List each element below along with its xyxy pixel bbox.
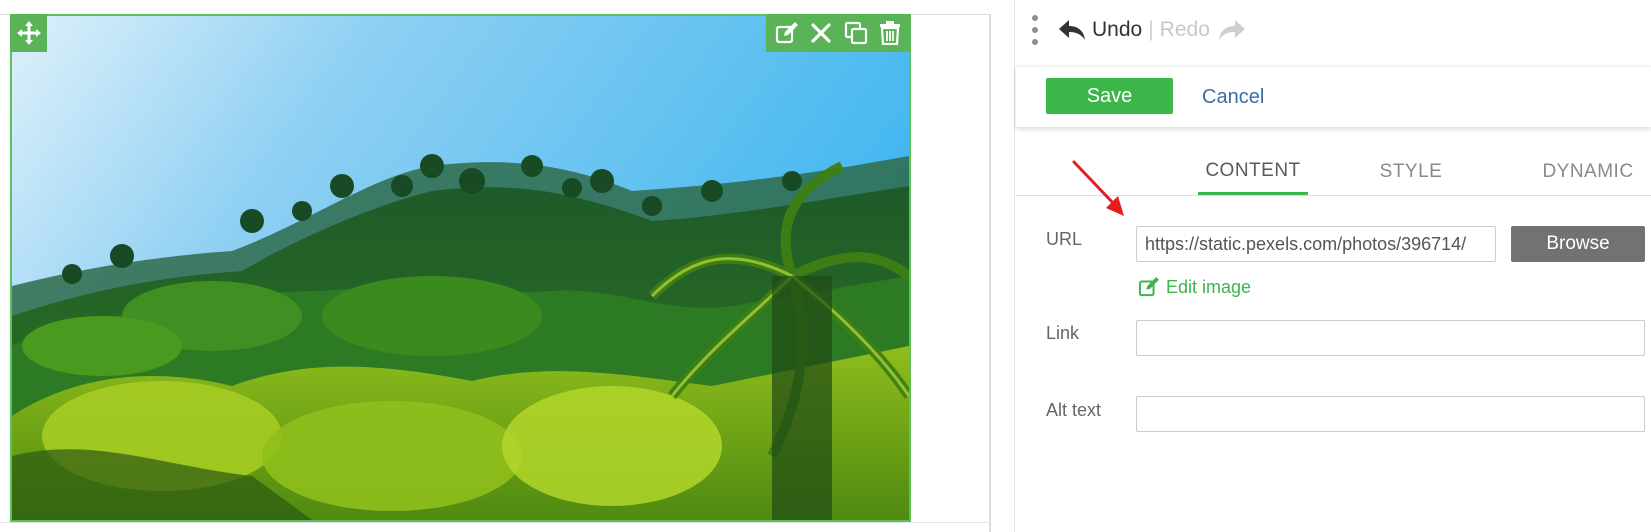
cancel-button[interactable]: Cancel — [1202, 80, 1264, 114]
edit-image-link[interactable]: Edit image — [1138, 274, 1251, 300]
undo-label: Undo — [1092, 18, 1143, 41]
edit-image-label: Edit image — [1166, 276, 1252, 297]
duplicate-icon — [844, 21, 867, 45]
tab-content[interactable]: CONTENT — [1198, 150, 1308, 195]
url-input[interactable]: https://static.pexels.com/photos/396714/ — [1136, 226, 1496, 262]
browse-button[interactable]: Browse — [1511, 226, 1645, 262]
link-label: Link — [1046, 323, 1080, 343]
history-separator: | — [1148, 18, 1154, 41]
redo-button[interactable]: Redo — [1160, 18, 1246, 42]
undo-button[interactable]: Undo — [1058, 18, 1142, 42]
close-icon — [811, 23, 831, 43]
delete-block-button[interactable] — [875, 18, 905, 48]
canvas-divider — [0, 522, 991, 523]
drag-handle-icon[interactable] — [1030, 15, 1040, 45]
remove-block-button[interactable] — [806, 18, 836, 48]
url-label: URL — [1046, 229, 1083, 249]
move-handle[interactable] — [10, 14, 47, 52]
tab-style[interactable]: STYLE — [1370, 150, 1452, 194]
history-bar: Undo | Redo — [1030, 10, 1246, 50]
redo-label: Redo — [1159, 18, 1210, 41]
save-button[interactable]: Save — [1046, 78, 1173, 114]
tab-dynamic[interactable]: DYNAMIC — [1538, 150, 1638, 194]
alt-text-label: Alt text — [1046, 400, 1102, 420]
link-input[interactable] — [1136, 320, 1645, 356]
edit-icon — [1138, 277, 1159, 297]
red-arrow-icon — [1072, 160, 1124, 216]
redo-arrow-icon — [1218, 20, 1245, 40]
undo-arrow-icon — [1059, 20, 1085, 40]
alt-text-input[interactable] — [1136, 396, 1645, 432]
image-block[interactable] — [10, 14, 911, 522]
trash-icon — [879, 21, 900, 45]
edit-block-button[interactable] — [772, 18, 802, 48]
jungle-image — [12, 16, 909, 520]
block-toolbar — [766, 14, 911, 52]
edit-icon — [776, 22, 799, 44]
duplicate-block-button[interactable] — [841, 18, 871, 48]
move-arrows-icon — [16, 21, 41, 45]
